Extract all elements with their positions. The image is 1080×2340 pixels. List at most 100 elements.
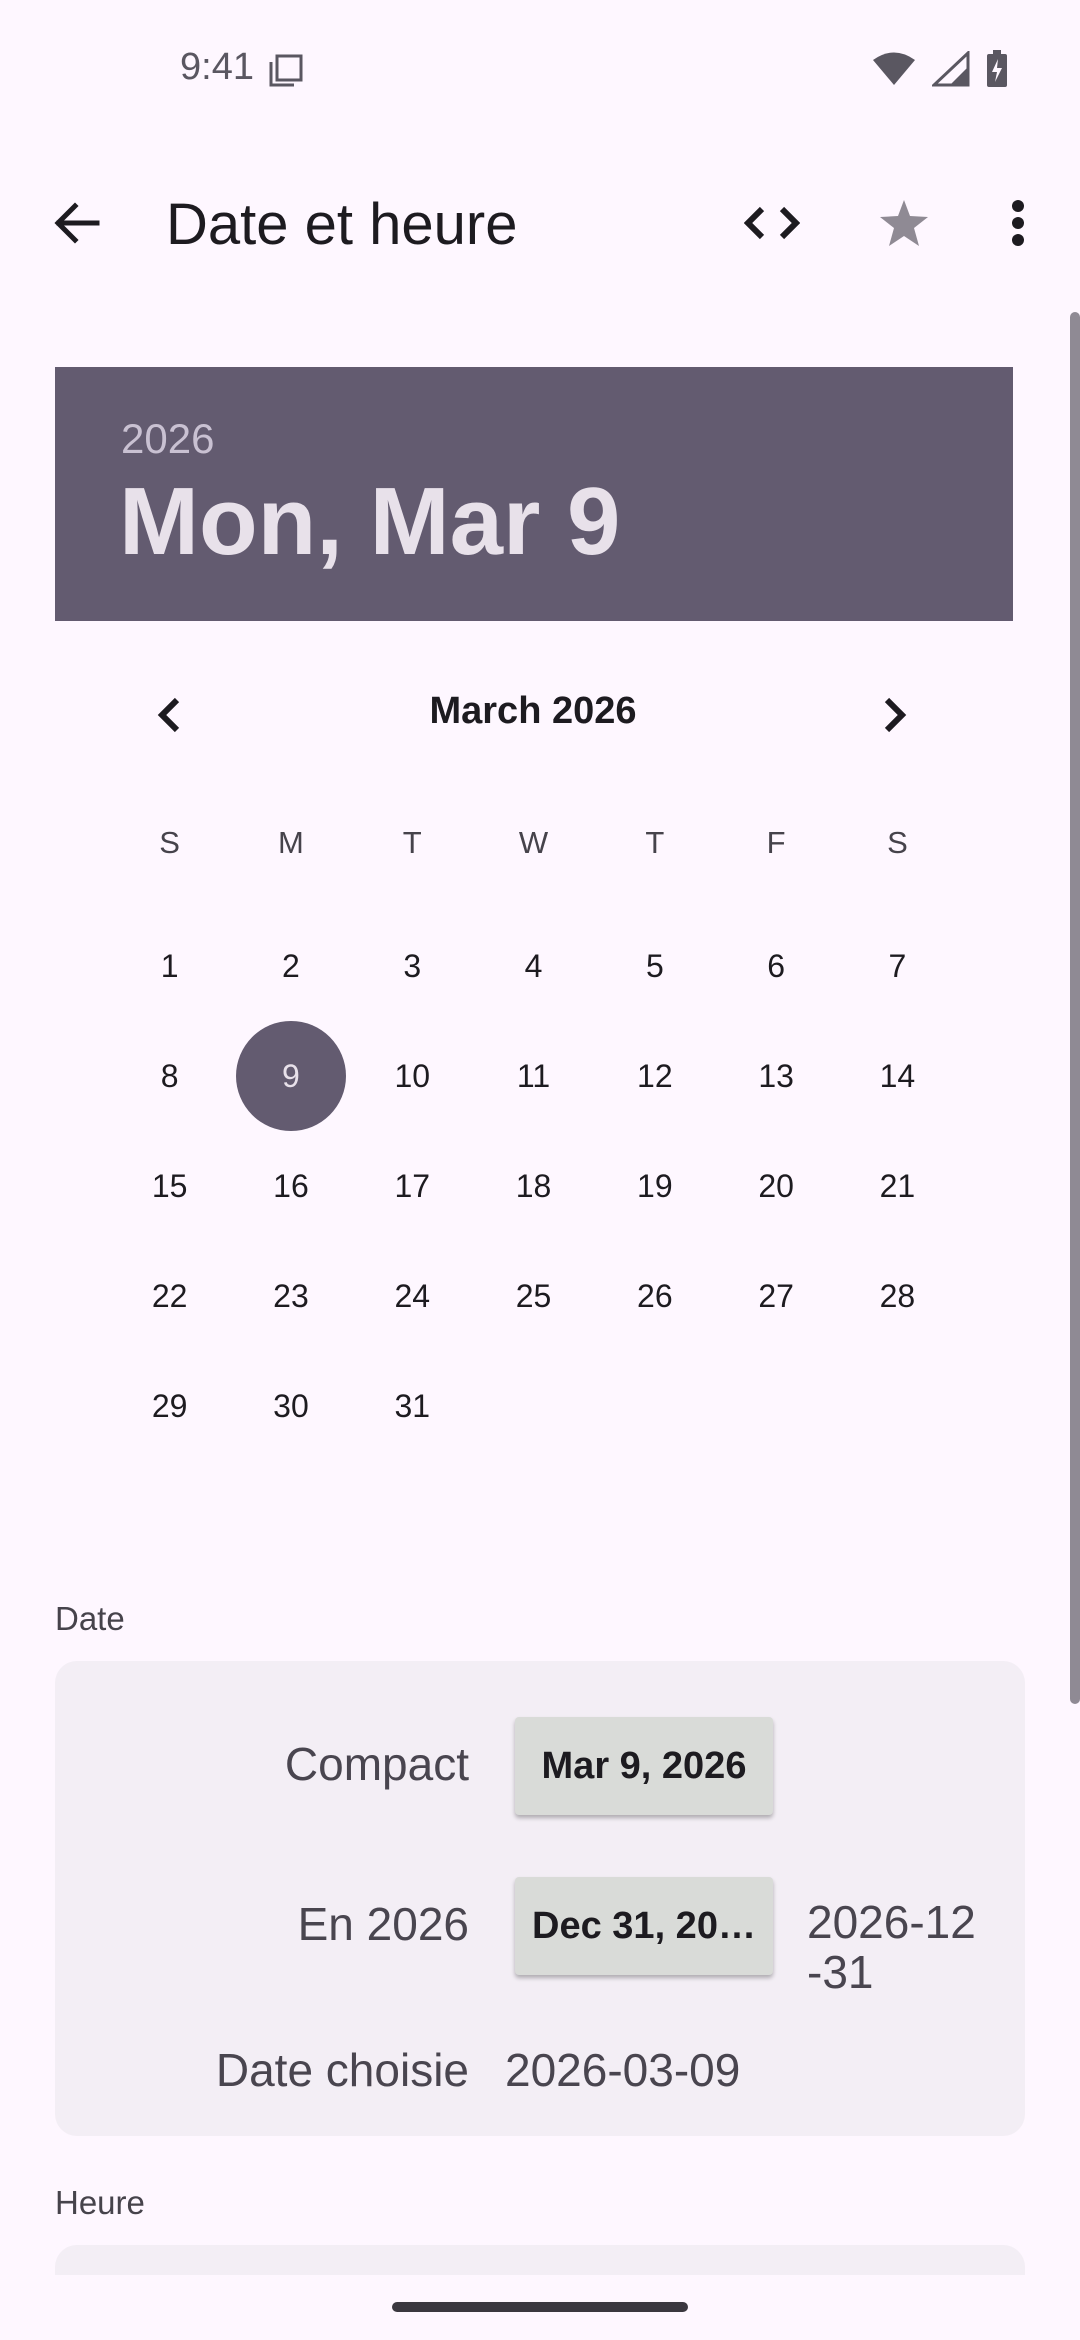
date-card: Compact Mar 9, 2026 En 2026 Dec 31, 20… … [55,1661,1025,2136]
calendar-day[interactable]: 25 [473,1241,594,1351]
calendar-day[interactable]: 17 [352,1131,473,1241]
calendar-day[interactable]: 26 [594,1241,715,1351]
screen: 9:41 Date et heure 2026 Mon, Mar 9 March… [0,0,1080,2340]
calendar-day-label: 28 [879,1277,916,1314]
calendar-day-label: 29 [151,1387,188,1424]
status-bar: 9:41 [0,0,1080,140]
year-label: En 2026 [297,1898,469,1950]
calendar-day-label: 1 [160,947,179,984]
weekday-label: M [278,825,304,860]
calendar-day-label: 6 [767,947,786,984]
month-label: March 2026 [429,690,637,732]
status-time: 9:41 [180,46,254,88]
calendar-day-label: 8 [160,1057,179,1094]
weekday-header: SMTWTFS [109,805,958,881]
next-month-button[interactable] [862,682,928,752]
calendar-day[interactable]: 7 [837,911,958,1021]
header-year[interactable]: 2026 [121,415,214,463]
calendar-day[interactable]: 14 [837,1021,958,1131]
calendar-day-label: 10 [394,1057,431,1094]
calendar-day[interactable]: 18 [473,1131,594,1241]
calendar-day[interactable]: 22 [109,1241,230,1351]
calendar-day-label: 14 [879,1057,916,1094]
calendar-day[interactable]: 2 [230,911,351,1021]
gesture-handle[interactable] [392,2302,688,2312]
calendar-day-label: 5 [645,947,664,984]
calendar-day[interactable]: 23 [230,1241,351,1351]
calendar-day[interactable]: 11 [473,1021,594,1131]
calendar-day[interactable]: 1 [109,911,230,1021]
calendar-day-label: 30 [273,1387,309,1424]
previous-month-button[interactable] [136,682,202,752]
favorite-button[interactable] [866,190,942,260]
calendar-day[interactable]: 30 [230,1351,351,1461]
calendar-day[interactable]: 4 [473,911,594,1021]
calendar-day-label: 16 [273,1167,309,1204]
compact-label: Compact [284,1738,469,1790]
time-section-label: Heure [55,2184,145,2221]
app-bar: Date et heure [0,170,1080,280]
calendar-day-label: 18 [515,1167,552,1204]
notification-copy-icon [268,54,304,88]
page-title: Date et heure [166,192,518,257]
calendar-day[interactable]: 27 [715,1241,836,1351]
calendar-day-label: 7 [888,947,907,984]
calendar-day[interactable]: 13 [715,1021,836,1131]
calendar-day[interactable]: 3 [352,911,473,1021]
calendar-day-label: 21 [879,1167,916,1204]
calendar-day-label: 20 [758,1167,794,1204]
calendar-day[interactable]: 21 [837,1131,958,1241]
calendar-day[interactable]: 5 [594,911,715,1021]
chevron-left-icon [157,697,181,738]
calendar-day-label: 11 [516,1057,551,1094]
calendar-day-label: 17 [394,1167,431,1204]
calendar-day[interactable]: 15 [109,1131,230,1241]
calendar-day-label: 26 [637,1277,673,1314]
more-options-button[interactable] [990,190,1046,260]
calendar-day[interactable]: 28 [837,1241,958,1351]
year-date-value: 2026-12 -31 [807,1897,976,1997]
calendar-day[interactable]: 8 [109,1021,230,1131]
code-icon [743,205,801,246]
calendar-day[interactable]: 19 [594,1131,715,1241]
calendar-days: 1 2 3 4 5 6 7 8 9 10 11 12 13 14 15 16 17 18 19 20 21 22 23 24 2… [109,911,958,1461]
weekday-label: T [645,825,665,860]
code-button[interactable] [734,190,810,260]
year-date-button[interactable]: Dec 31, 20… [515,1877,773,1975]
signal-icon [930,49,970,92]
calendar-day-label: 12 [637,1057,673,1094]
calendar-day-label: 13 [758,1057,794,1094]
calendar-day[interactable]: 6 [715,911,836,1021]
chosen-date-value: 2026-03-09 [505,2044,741,2096]
calendar-day[interactable]: 29 [109,1351,230,1461]
more-vert-icon [1011,199,1025,251]
calendar-day-selected[interactable]: 9 [230,1021,351,1131]
calendar-day-label: 27 [758,1277,794,1314]
calendar-day-label: 4 [524,947,543,984]
battery-icon [986,50,1008,93]
weekday-label: F [766,825,786,860]
calendar-day-label: 2 [282,947,300,984]
scrollbar[interactable] [1070,312,1080,1704]
weekday-label: S [159,825,180,860]
weekday-label: T [402,825,422,860]
header-selected-date[interactable]: Mon, Mar 9 [119,467,620,577]
date-section-label: Date [55,1600,125,1637]
chevron-right-icon [883,697,907,738]
calendar-day-label: 24 [394,1277,431,1314]
back-arrow-icon [53,201,101,249]
year-date-value-line2: -31 [807,1946,874,1998]
calendar-day-label: 22 [151,1277,188,1314]
calendar-day-label: 31 [394,1387,431,1424]
back-button[interactable] [40,190,114,260]
calendar-day-label: 9 [282,1057,300,1094]
calendar-day[interactable]: 31 [352,1351,473,1461]
calendar-day[interactable]: 20 [715,1131,836,1241]
calendar-day[interactable]: 12 [594,1021,715,1131]
calendar-day[interactable]: 10 [352,1021,473,1131]
calendar-day[interactable]: 16 [230,1131,351,1241]
compact-date-button[interactable]: Mar 9, 2026 [515,1717,773,1815]
calendar-day[interactable]: 24 [352,1241,473,1351]
calendar-day-label: 23 [273,1277,309,1314]
weekday-label: S [887,825,908,860]
